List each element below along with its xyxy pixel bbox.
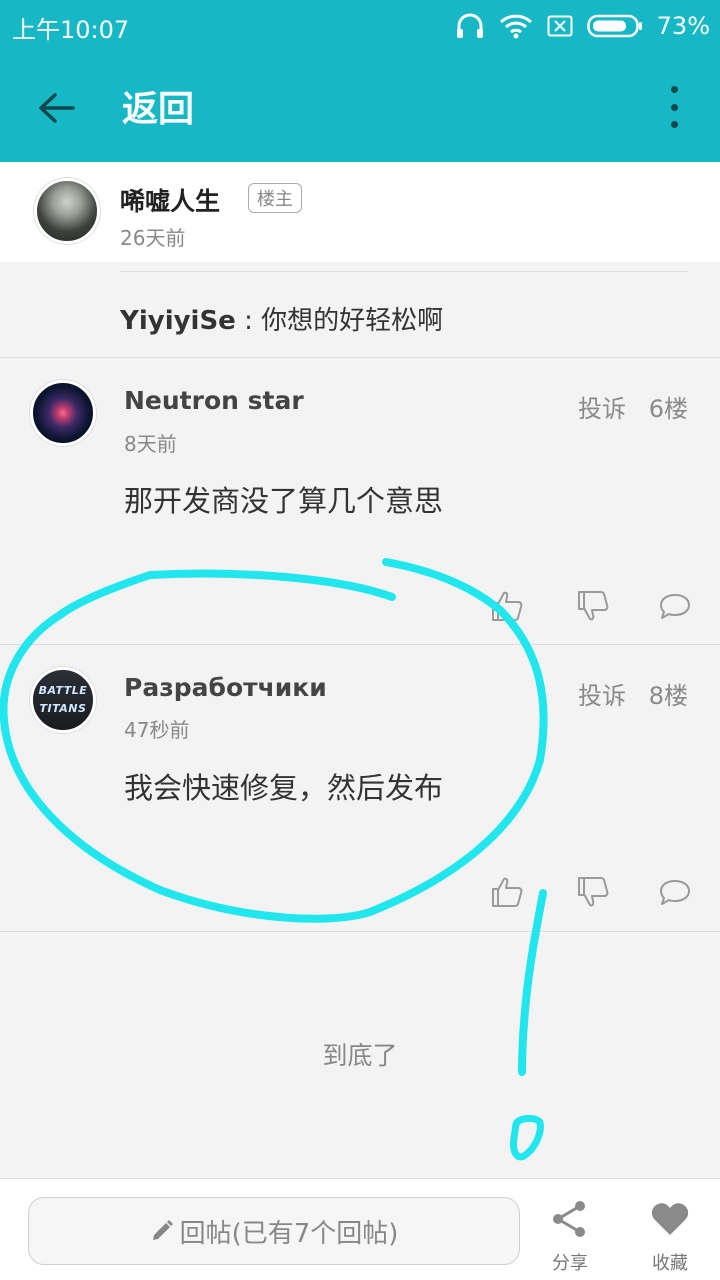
more-dot — [670, 121, 678, 128]
page-title[interactable]: 返回 — [122, 80, 194, 132]
status-bar: 上午10:07 73% — [0, 0, 720, 52]
status-time: 上午10:07 — [12, 16, 130, 44]
quote-text: 你想的好轻松啊 — [261, 306, 444, 336]
quote-divider — [120, 271, 688, 272]
floor-number: 8楼 — [648, 682, 688, 710]
thumbs-up-icon[interactable] — [490, 875, 524, 909]
app-bar: 返回 — [0, 52, 720, 162]
bottom-bar: 回帖(已有7个回帖) 分享 收藏 — [0, 1178, 720, 1280]
divider — [0, 931, 720, 932]
thumbs-up-icon[interactable] — [490, 589, 524, 623]
favorite-label: 收藏 — [652, 1253, 688, 1274]
share-button[interactable]: 分享 — [540, 1195, 600, 1275]
thumbs-down-icon[interactable] — [576, 589, 610, 623]
status-icons: 73% — [455, 10, 710, 42]
avatar[interactable] — [34, 178, 100, 244]
quote-separator: : — [235, 306, 262, 336]
divider — [0, 644, 720, 645]
comment-icon[interactable] — [658, 589, 692, 623]
author-name[interactable]: 唏嘘人生 — [120, 182, 220, 218]
back-button[interactable] — [30, 82, 82, 134]
favorite-button[interactable]: 收藏 — [640, 1195, 700, 1275]
report-button[interactable]: 投诉 — [578, 676, 626, 711]
original-post-header: 唏嘘人生 楼主 26天前 — [0, 162, 720, 262]
floor-number: 6楼 — [648, 395, 688, 423]
wifi-icon — [499, 14, 532, 39]
report-button[interactable]: 投诉 — [578, 389, 626, 424]
op-badge: 楼主 — [248, 183, 302, 213]
comment-text: 我会快速修复，然后发布 — [124, 771, 444, 805]
comment-text: 那开发商没了算几个意思 — [124, 484, 444, 518]
more-options-button[interactable] — [664, 86, 684, 128]
avatar[interactable]: BATTLE TITANS — [30, 667, 96, 733]
thumbs-down-icon[interactable] — [576, 875, 610, 909]
arrow-left-icon — [39, 93, 75, 123]
comment-author[interactable]: Neutron star — [124, 386, 304, 415]
end-of-list-label: 到底了 — [322, 1041, 398, 1070]
battery-icon — [586, 14, 642, 38]
comment-time: 47秒前 — [124, 718, 190, 742]
more-dot — [670, 103, 678, 111]
divider — [0, 357, 720, 358]
avatar-logo-text: TITANS — [39, 702, 87, 715]
comment-time: 8天前 — [124, 432, 177, 456]
comment-author[interactable]: Разработчики — [124, 673, 327, 702]
post-time: 26天前 — [120, 226, 186, 250]
pencil-icon — [152, 1220, 173, 1240]
no-sim-icon — [547, 15, 573, 37]
share-label: 分享 — [552, 1253, 588, 1274]
quote-author[interactable]: YiyiyiSe — [120, 306, 236, 336]
more-vertical-icon — [670, 86, 678, 93]
share-icon — [553, 1201, 585, 1237]
battery-percent: 73% — [656, 12, 710, 40]
reply-placeholder: 回帖(已有7个回帖) — [179, 1218, 399, 1249]
heart-icon — [651, 1203, 689, 1235]
reply-input[interactable]: 回帖(已有7个回帖) — [28, 1197, 520, 1265]
avatar[interactable] — [30, 380, 96, 446]
avatar-logo-text: BATTLE — [38, 684, 88, 697]
quoted-reply[interactable]: YiyiyiSe : 你想的好轻松啊 — [120, 300, 443, 337]
comment-icon[interactable] — [658, 875, 692, 909]
headphones-icon — [456, 13, 483, 38]
